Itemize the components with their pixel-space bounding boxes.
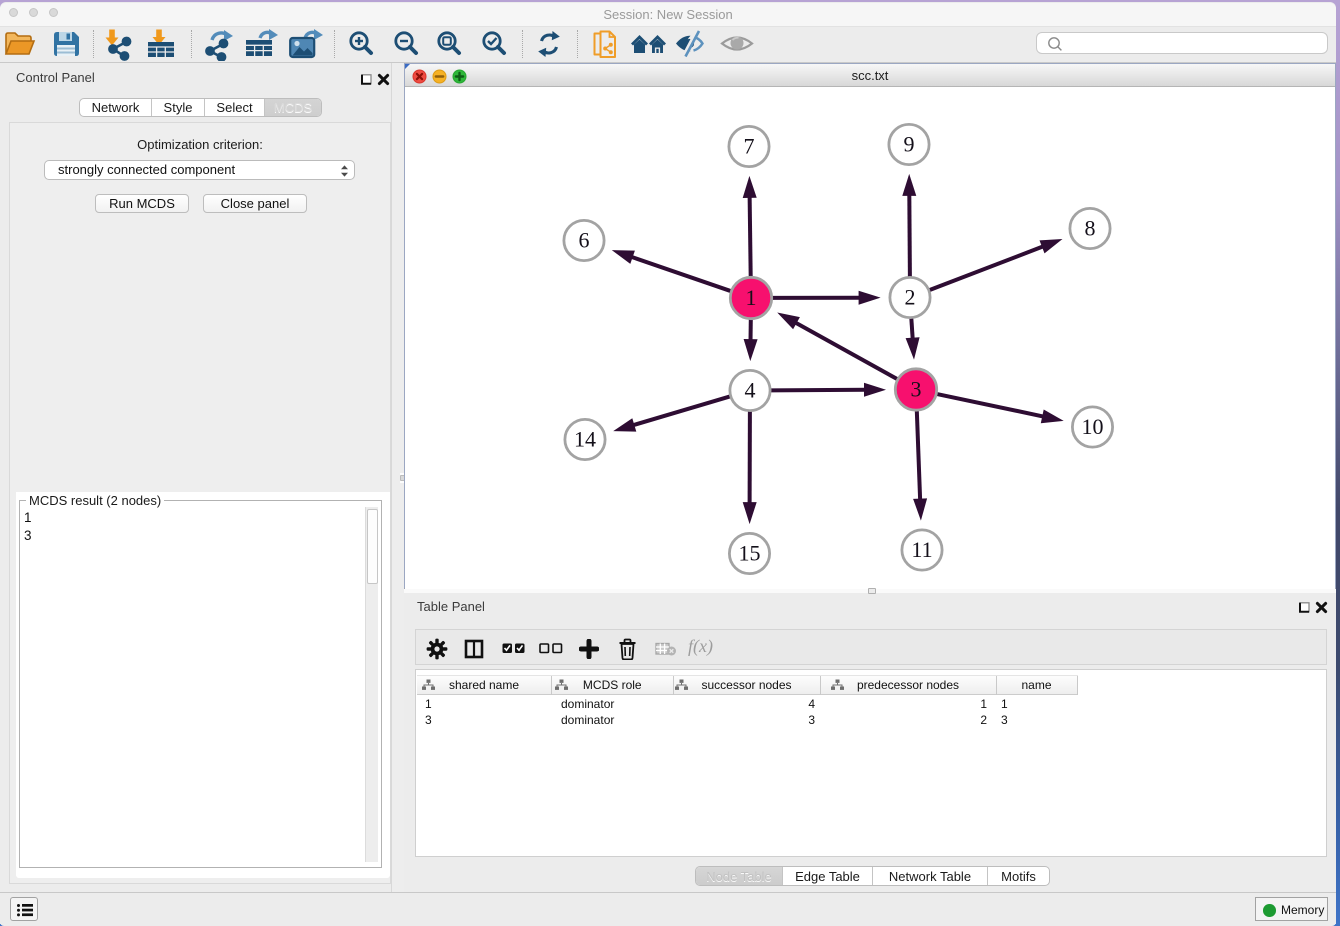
svg-text:2: 2 xyxy=(905,285,916,310)
svg-text:15: 15 xyxy=(739,541,761,566)
svg-text:4: 4 xyxy=(745,378,756,403)
svg-text:7: 7 xyxy=(744,134,755,159)
svg-text:14: 14 xyxy=(574,427,596,452)
svg-text:6: 6 xyxy=(579,228,590,253)
svg-text:10: 10 xyxy=(1082,414,1104,439)
svg-text:1: 1 xyxy=(746,285,757,310)
svg-text:9: 9 xyxy=(904,132,915,157)
svg-text:3: 3 xyxy=(911,377,922,402)
svg-text:8: 8 xyxy=(1085,216,1096,241)
svg-text:11: 11 xyxy=(911,537,932,562)
